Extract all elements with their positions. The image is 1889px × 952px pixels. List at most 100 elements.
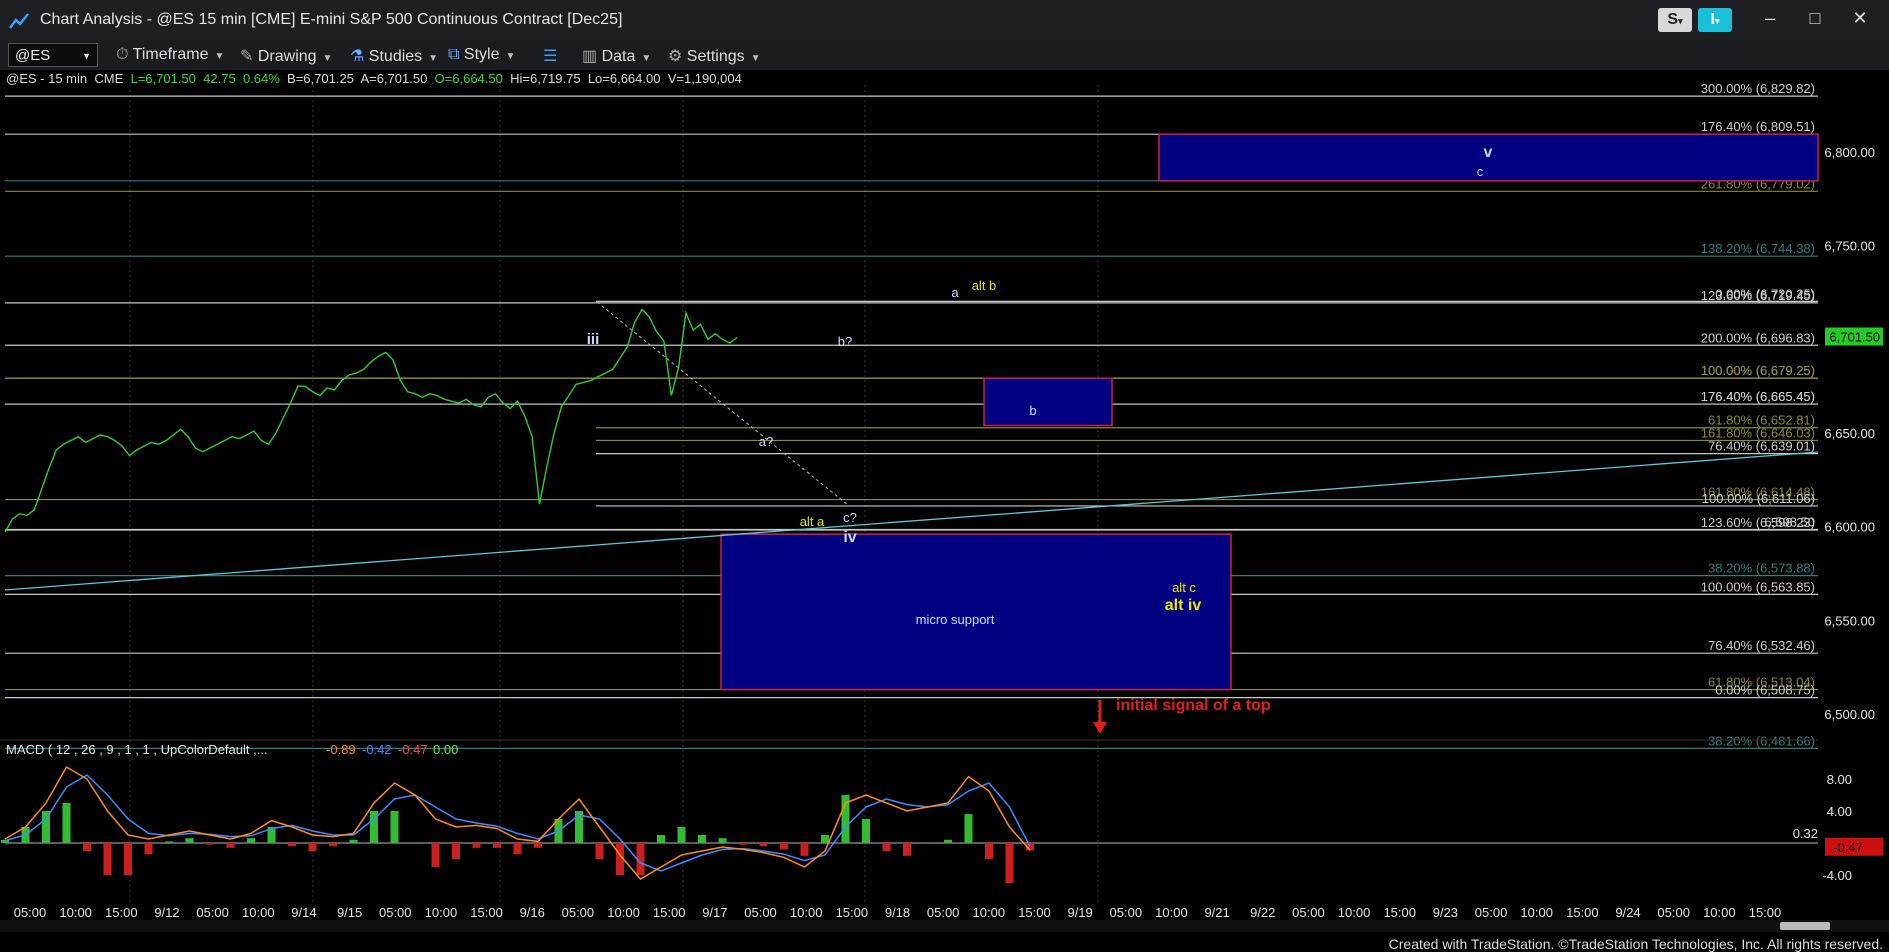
macd-histogram-bar [759, 843, 768, 847]
macd-histogram-bar [1005, 843, 1014, 883]
macd-histogram-bar [165, 841, 173, 843]
x-tick-label: 9/15 [337, 905, 362, 920]
x-tick-label: 05:00 [196, 905, 229, 920]
x-tick-label: 15:00 [105, 905, 138, 920]
macd-legend: -0.42 [362, 742, 392, 757]
x-tick-label: 05:00 [744, 905, 777, 920]
wave-annotation: a? [759, 434, 773, 449]
price-chart[interactable]: 300.00% (6,829.82)176.40% (6,809.51)161.… [0, 0, 1889, 952]
wave-annotation: alt c [1172, 580, 1196, 595]
macd-signal-line [4, 774, 1031, 872]
macd-histogram-bar [83, 843, 91, 851]
macd-histogram-bar [780, 843, 788, 850]
macd-histogram-bar [800, 843, 809, 856]
fib-level-label: 0.00% (6,508.75) [1715, 683, 1815, 698]
macd-histogram-bar [390, 811, 399, 843]
y-tick-label: 6,750.00 [1824, 239, 1875, 254]
wave-annotation: v [1484, 144, 1493, 161]
x-tick-label: 10:00 [59, 905, 92, 920]
x-tick-label: 9/21 [1204, 905, 1229, 920]
fib-level-label: 38.20% (6,573.88) [1708, 561, 1815, 576]
fib-level-label: 38.20% (6,481.66) [1708, 733, 1815, 748]
macd-histogram-bar [206, 843, 214, 845]
x-tick-label: 9/18 [885, 905, 910, 920]
x-tick-label: 10:00 [1155, 905, 1188, 920]
macd-histogram-bar [698, 835, 706, 843]
macd-line [4, 765, 1031, 880]
macd-last-label: -0.47 [1833, 840, 1863, 855]
wave-annotation: micro support [916, 612, 995, 627]
fib-level-label: 76.40% (6,665.45) [1708, 389, 1815, 404]
macd-legend: -0.47 [398, 742, 428, 757]
wave-annotation: b [1029, 403, 1036, 418]
y-tick-label: 6,650.00 [1824, 426, 1875, 441]
x-tick-label: 15:00 [653, 905, 686, 920]
x-tick-label: 15:00 [1566, 905, 1599, 920]
macd-histogram-bar [944, 839, 952, 843]
y-tick-label: 6,600.00 [1824, 520, 1875, 535]
fib-level-label: 100.00% (6,563.85) [1701, 579, 1815, 594]
macd-histogram-bar [985, 843, 993, 859]
wave-annotation: alt a [800, 514, 825, 529]
x-tick-label: 05:00 [1657, 905, 1690, 920]
macd-histogram-bar [226, 843, 235, 848]
price-series-line [4, 308, 738, 533]
x-tick-label: 05:00 [1110, 905, 1143, 920]
macd-histogram-bar [288, 843, 296, 847]
y-tick-label: 6,550.00 [1824, 613, 1875, 628]
x-tick-label: 10:00 [790, 905, 823, 920]
x-tick-label: 10:00 [1520, 905, 1553, 920]
x-tick-label: 9/24 [1615, 905, 1640, 920]
fib-level-label: 300.00% (6,829.82) [1701, 81, 1815, 96]
wave-annotation: b? [838, 334, 852, 349]
x-tick-label: 05:00 [1475, 905, 1508, 920]
y-tick-label: 6,800.00 [1824, 145, 1875, 160]
fib-level-label: 100.00% (6,679.25) [1701, 363, 1815, 378]
fib-level-label: 100.00% (6,611.06) [1702, 491, 1815, 506]
wave-annotation: iv [843, 529, 856, 546]
macd-legend: 0.00 [433, 742, 458, 757]
x-tick-label: 05:00 [379, 905, 412, 920]
macd-histogram-bar [964, 814, 973, 843]
wave-annotation: iii [587, 331, 600, 348]
macd-histogram-bar [62, 803, 71, 843]
wave-annotation: alt b [972, 278, 997, 293]
macd-histogram-bar [903, 843, 911, 856]
y-tick-label: 6,500.00 [1824, 707, 1875, 722]
fib-level-label: 123.60% (6,598.23) [1701, 515, 1815, 530]
macd-histogram-bar [862, 819, 870, 843]
macd-histogram-bar [247, 838, 255, 843]
macd-histogram-bar [534, 843, 542, 848]
macd-histogram-bar [718, 838, 727, 843]
fib-level-label: 76.40% (6,639.01) [1708, 439, 1815, 454]
macd-y-tick-label: 8.00 [1827, 772, 1852, 787]
macd-histogram-bar [513, 843, 522, 855]
macd-histogram-bar [821, 835, 829, 843]
macd-histogram-bar [677, 827, 686, 843]
macd-histogram-bar [882, 843, 891, 851]
fib-level-label: 200.00% (6,696.83) [1701, 330, 1815, 345]
wave-annotation: initial signal of a top [1116, 697, 1271, 714]
macd-histogram-bar [124, 843, 132, 875]
x-tick-label: 10:00 [425, 905, 458, 920]
macd-histogram-bar [472, 843, 481, 848]
wave-annotation: alt iv [1165, 597, 1202, 614]
fib-level-label: 0.00% (6,720.25) [1715, 286, 1815, 301]
x-tick-label: 15:00 [470, 905, 503, 920]
scrollbar-thumb[interactable] [1780, 922, 1830, 930]
x-tick-label: 9/12 [154, 905, 179, 920]
x-tick-label: 10:00 [607, 905, 640, 920]
fib-level-label: 176.40% (6,809.51) [1701, 119, 1815, 134]
signal-arrow-head [1093, 722, 1107, 734]
horizontal-scrollbar[interactable] [0, 920, 1889, 932]
x-tick-label: 15:00 [1383, 905, 1416, 920]
x-tick-label: 9/17 [702, 905, 727, 920]
x-tick-label: 10:00 [1338, 905, 1371, 920]
macd-histogram-bar [103, 843, 112, 875]
x-tick-label: 15:00 [1018, 905, 1051, 920]
x-tick-label: 05:00 [927, 905, 960, 920]
x-tick-label: 9/22 [1250, 905, 1275, 920]
wave-annotation: c [1477, 164, 1484, 179]
macd-histogram-bar [431, 843, 440, 867]
x-tick-label: 10:00 [1703, 905, 1736, 920]
